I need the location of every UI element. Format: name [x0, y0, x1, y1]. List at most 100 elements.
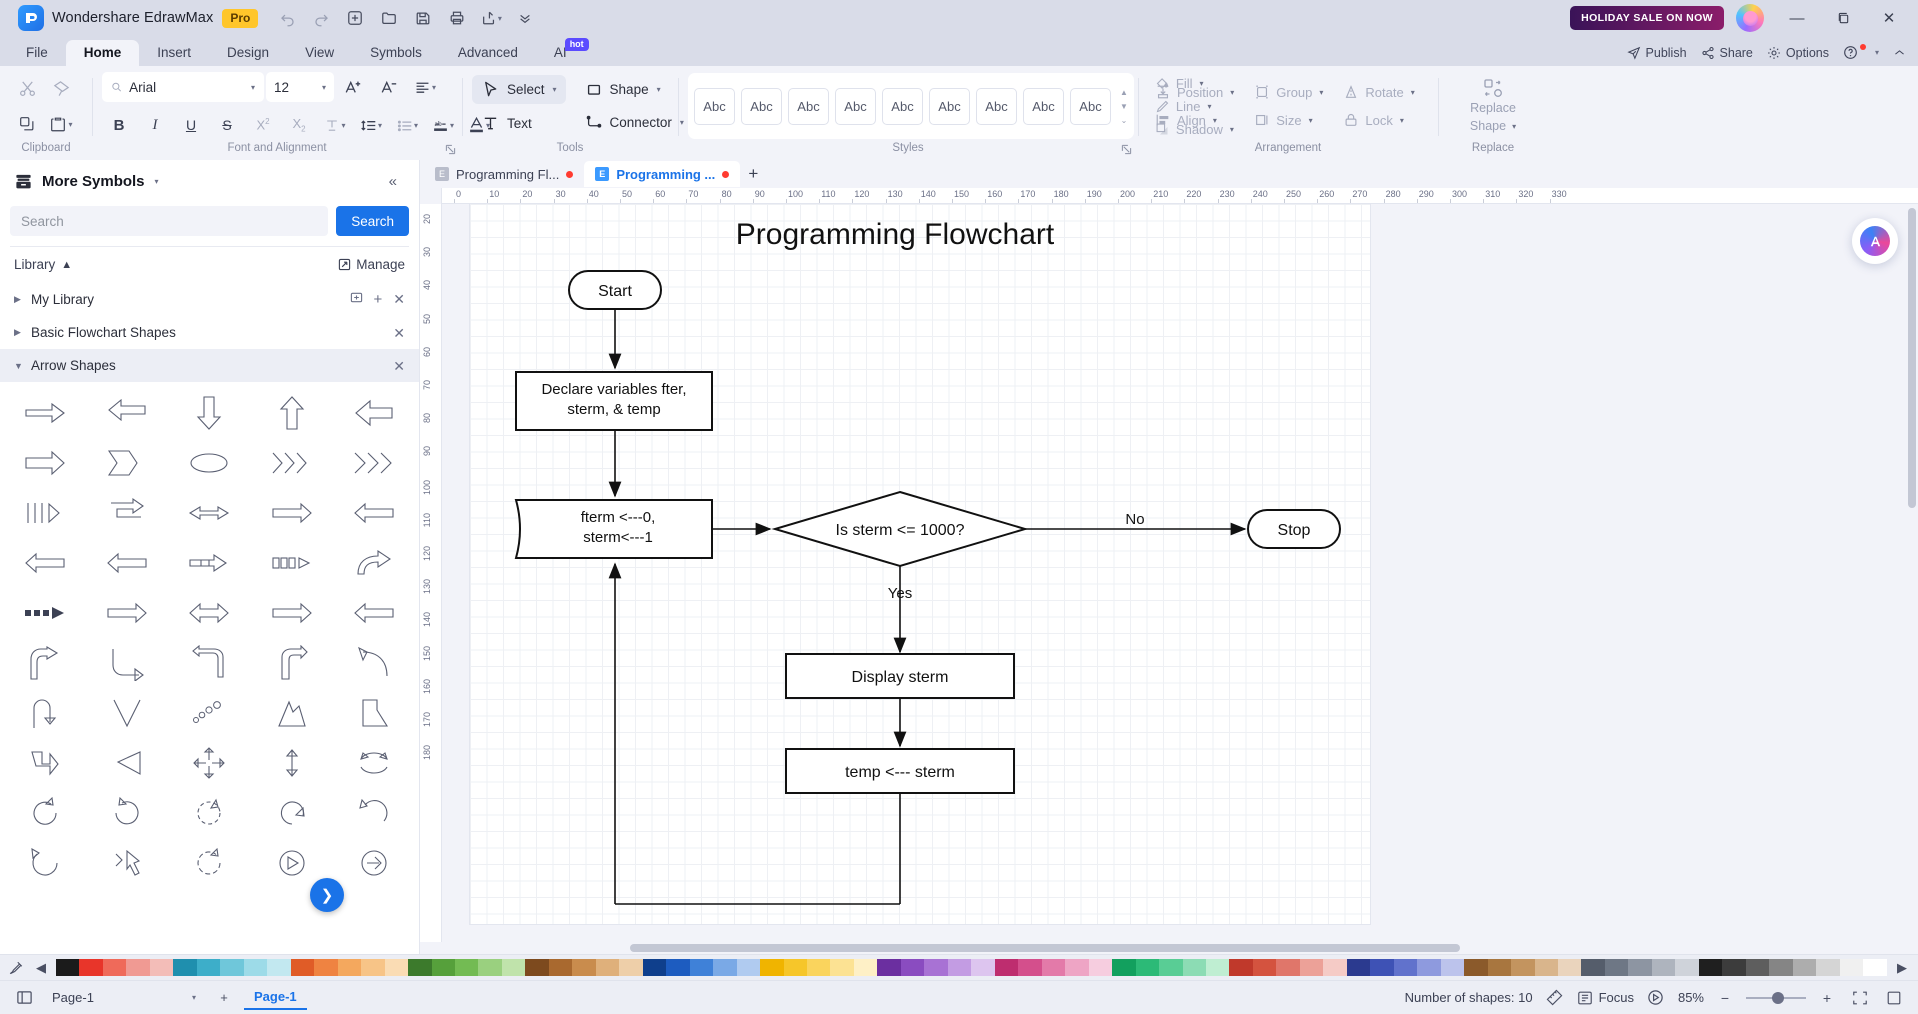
color-swatch[interactable]: [361, 959, 385, 976]
print-icon[interactable]: [442, 5, 472, 31]
canvas-scroll[interactable]: Programming Flowchart Start Declare vari…: [442, 204, 1918, 942]
color-swatch[interactable]: [1041, 959, 1066, 976]
color-swatch[interactable]: [501, 959, 526, 976]
subscript-button[interactable]: X2: [282, 109, 316, 141]
color-swatch[interactable]: [924, 959, 948, 976]
color-swatch[interactable]: [384, 959, 409, 976]
paragraph-align-button[interactable]: ▾: [408, 71, 442, 103]
color-swatch[interactable]: [1393, 959, 1418, 976]
ai-assistant-button[interactable]: [1852, 218, 1898, 264]
text-case-button[interactable]: ▾: [318, 109, 352, 141]
font-family-input[interactable]: [129, 79, 243, 95]
color-swatch[interactable]: [1346, 959, 1371, 976]
shape-item[interactable]: [86, 688, 168, 738]
tab-insert[interactable]: Insert: [139, 40, 209, 67]
eyedropper-icon[interactable]: [6, 958, 26, 978]
page-selector[interactable]: Page-1 ▾: [44, 986, 204, 1010]
fit-page-icon[interactable]: [1848, 986, 1872, 1010]
style-expand-icon[interactable]: ⌄: [1121, 116, 1128, 125]
collapse-ribbon-icon[interactable]: [1893, 46, 1906, 59]
shape-item[interactable]: [168, 638, 250, 688]
shape-item[interactable]: [86, 388, 168, 438]
shape-item[interactable]: [168, 588, 250, 638]
color-swatch[interactable]: [853, 959, 878, 976]
shape-item[interactable]: [86, 438, 168, 488]
color-swatch[interactable]: [337, 959, 362, 976]
options-button[interactable]: Options: [1767, 46, 1829, 60]
avatar[interactable]: [1736, 4, 1764, 32]
shape-item[interactable]: [4, 838, 86, 888]
tab-advanced[interactable]: Advanced: [440, 40, 536, 67]
color-swatch[interactable]: [1604, 959, 1629, 976]
color-swatch[interactable]: [689, 959, 714, 976]
publish-button[interactable]: Publish: [1626, 46, 1687, 60]
color-swatch[interactable]: [1440, 959, 1465, 976]
zoom-slider-track[interactable]: [1746, 991, 1806, 1004]
color-swatch[interactable]: [736, 959, 761, 976]
shape-item[interactable]: [251, 488, 333, 538]
bullet-list-button[interactable]: ▾: [390, 109, 424, 141]
shape-item[interactable]: [251, 638, 333, 688]
redo-icon[interactable]: [306, 5, 336, 31]
color-swatch[interactable]: [1769, 959, 1793, 976]
color-swatch[interactable]: [1675, 959, 1699, 976]
color-swatch[interactable]: [478, 959, 502, 976]
color-swatch[interactable]: [196, 959, 221, 976]
color-swatch[interactable]: [173, 959, 197, 976]
tab-file[interactable]: File: [8, 40, 66, 67]
color-swatch[interactable]: [1276, 959, 1300, 976]
color-swatch[interactable]: [713, 959, 737, 976]
page-tab-page-1[interactable]: Page-1: [244, 986, 307, 1010]
zoom-slider-knob[interactable]: [1772, 991, 1784, 1004]
color-swatch[interactable]: [1863, 959, 1887, 976]
search-input[interactable]: [21, 213, 318, 229]
color-swatch[interactable]: [1464, 959, 1488, 976]
shape-item[interactable]: [333, 738, 415, 788]
shape-item[interactable]: [168, 438, 250, 488]
shape-item[interactable]: [168, 388, 250, 438]
presentation-icon[interactable]: [1644, 986, 1668, 1010]
shape-item[interactable]: [251, 388, 333, 438]
strikethrough-button[interactable]: S: [210, 109, 244, 141]
maximize-button[interactable]: [1822, 2, 1864, 34]
color-swatch[interactable]: [1088, 959, 1113, 976]
close-icon[interactable]: ✕: [393, 359, 405, 373]
shape-item[interactable]: [251, 738, 333, 788]
shape-item[interactable]: [86, 588, 168, 638]
shape-item[interactable]: [4, 438, 86, 488]
shape-item[interactable]: [86, 838, 168, 888]
copy-button[interactable]: [10, 108, 44, 140]
underline-button[interactable]: U: [174, 109, 208, 141]
sidebar-item-basic-flowchart-shapes[interactable]: ▶ Basic Flowchart Shapes ✕: [0, 316, 419, 349]
connector-tool-button[interactable]: Connector ▾: [576, 109, 693, 137]
color-swatch[interactable]: [830, 959, 854, 976]
increase-font-size-button[interactable]: [336, 71, 370, 103]
search-button[interactable]: Search: [336, 206, 409, 236]
styles-dialog-launcher[interactable]: [1121, 144, 1132, 158]
sidebar-item-arrow-shapes[interactable]: ▼ Arrow Shapes ✕: [0, 349, 419, 382]
tab-design[interactable]: Design: [209, 40, 287, 67]
shape-item[interactable]: [251, 588, 333, 638]
font-size-input[interactable]: [274, 79, 312, 95]
style-preview-3[interactable]: Abc: [788, 87, 829, 125]
shape-item[interactable]: [251, 688, 333, 738]
shape-item[interactable]: [4, 638, 86, 688]
rotate-button[interactable]: Rotate ▾: [1336, 81, 1421, 103]
color-swatch[interactable]: [1135, 959, 1160, 976]
paste-button[interactable]: ▾: [44, 108, 78, 140]
shape-item[interactable]: [4, 488, 86, 538]
add-page-button[interactable]: +: [212, 986, 236, 1010]
shape-item[interactable]: [168, 488, 250, 538]
undo-icon[interactable]: [272, 5, 302, 31]
more-colors-icon[interactable]: ▶: [1892, 958, 1912, 978]
chevron-down-icon[interactable]: ▾: [155, 177, 159, 186]
shape-item[interactable]: [168, 688, 250, 738]
color-swatch[interactable]: [102, 959, 127, 976]
color-swatch[interactable]: [267, 959, 291, 976]
color-swatch[interactable]: [807, 959, 831, 976]
page-layout-icon[interactable]: [12, 986, 36, 1010]
group-button[interactable]: Group ▾: [1247, 81, 1330, 103]
color-swatch[interactable]: [619, 959, 643, 976]
collapse-sidebar-button[interactable]: «: [381, 169, 405, 194]
color-swatch[interactable]: [1159, 959, 1183, 976]
